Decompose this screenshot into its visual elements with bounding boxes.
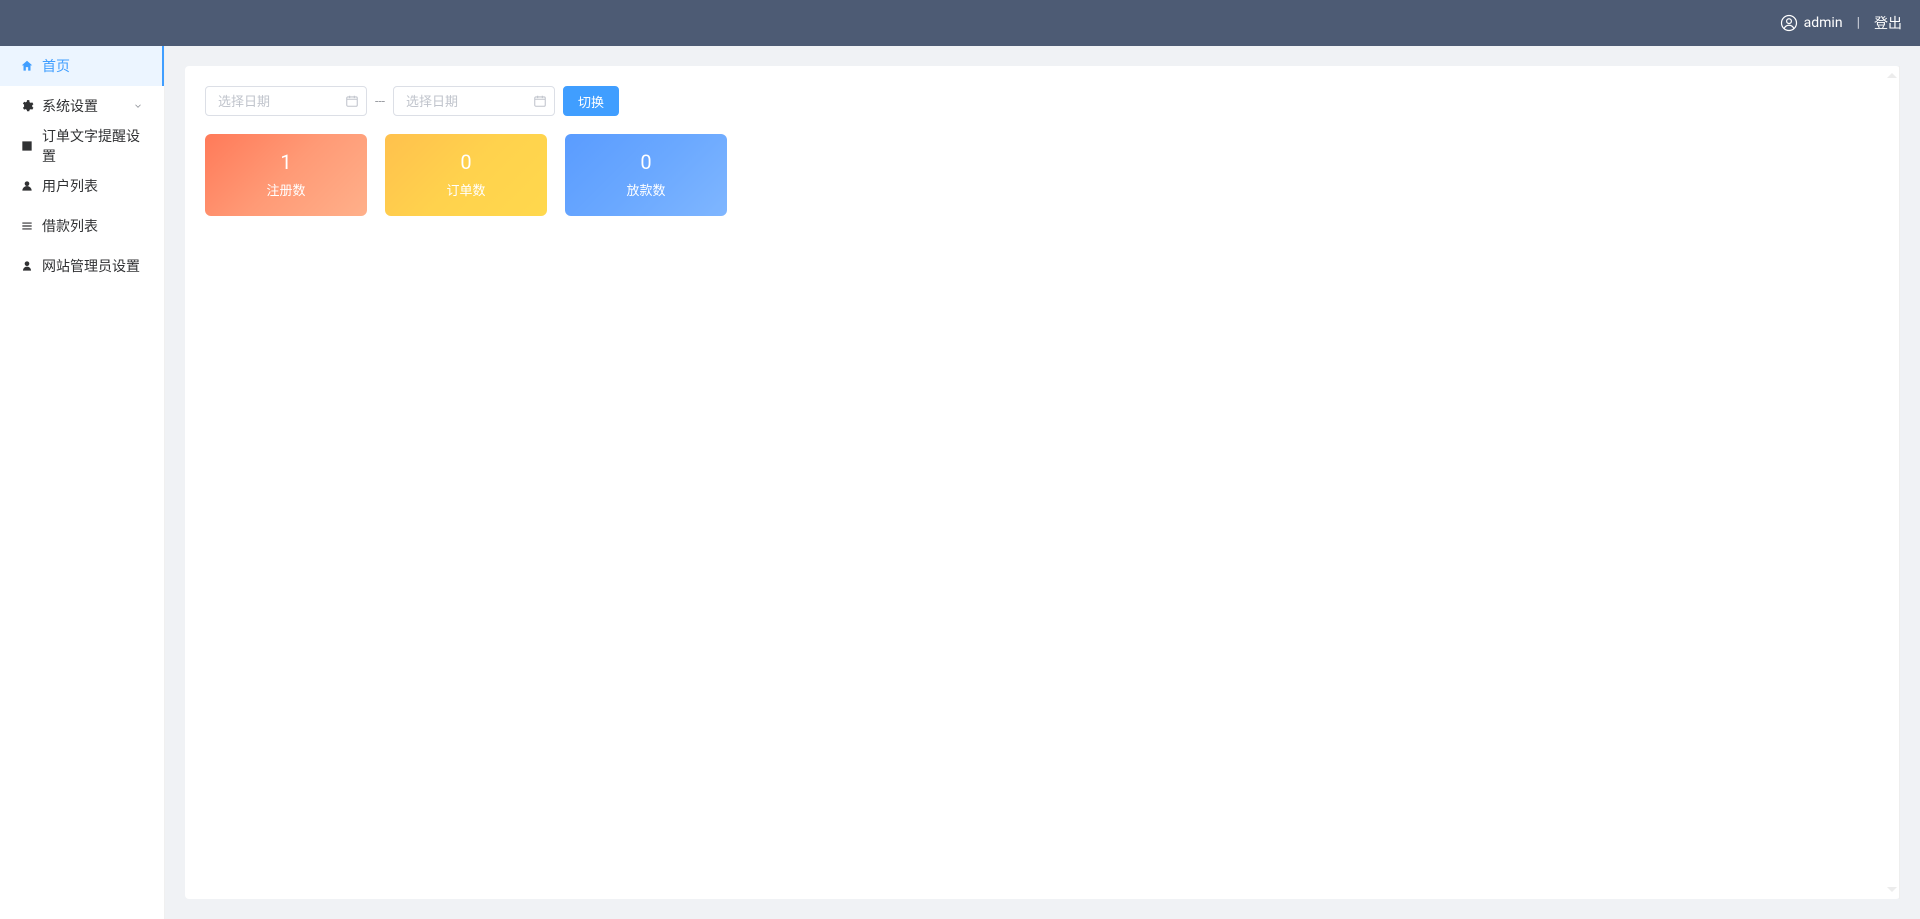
sidebar-item-label: 首页: [42, 56, 144, 76]
sidebar-item-admin-settings[interactable]: 网站管理员设置: [0, 246, 164, 286]
app-header: admin | 登出: [0, 0, 1920, 46]
main-content: --- 切换 1 注册数 0: [165, 46, 1920, 919]
scrollbar-track[interactable]: [1884, 66, 1900, 899]
content-panel: --- 切换 1 注册数 0: [185, 66, 1900, 899]
date-range-separator: ---: [375, 94, 385, 108]
chevron-down-icon: [132, 100, 144, 112]
stat-card-register: 1 注册数: [205, 134, 367, 216]
scroll-down-icon: [1887, 887, 1897, 897]
sidebar-item-home[interactable]: 首页: [0, 46, 164, 86]
start-date-input-wrap: [205, 86, 367, 116]
sidebar-item-label: 系统设置: [42, 96, 132, 116]
sidebar-item-order-reminder[interactable]: 订单文字提醒设置: [0, 126, 164, 166]
end-date-input[interactable]: [393, 86, 555, 116]
list-icon: [20, 219, 34, 233]
sidebar-item-label: 用户列表: [42, 176, 144, 196]
date-filter-row: --- 切换: [205, 86, 1880, 116]
sidebar-item-loan-list[interactable]: 借款列表: [0, 206, 164, 246]
header-right: admin | 登出: [1780, 13, 1902, 33]
stat-value: 0: [640, 152, 651, 172]
calendar-icon: [533, 94, 547, 108]
stat-value: 0: [460, 152, 471, 172]
home-icon: [20, 59, 34, 73]
sidebar-item-label: 借款列表: [42, 216, 144, 236]
sidebar-item-label: 网站管理员设置: [42, 256, 144, 276]
sidebar: 首页 系统设置 订单文字提醒设置: [0, 46, 165, 919]
stat-card-disburse: 0 放款数: [565, 134, 727, 216]
user-avatar-icon: [1780, 14, 1798, 32]
stat-label: 注册数: [266, 180, 305, 199]
stat-label: 订单数: [446, 180, 485, 199]
sidebar-item-label: 订单文字提醒设置: [42, 126, 144, 166]
note-icon: [20, 139, 34, 153]
logout-link[interactable]: 登出: [1874, 13, 1902, 33]
header-divider: |: [1857, 15, 1860, 31]
stat-value: 1: [280, 152, 291, 172]
start-date-input[interactable]: [205, 86, 367, 116]
gear-icon: [20, 99, 34, 113]
stat-card-orders: 0 订单数: [385, 134, 547, 216]
sidebar-menu: 首页 系统设置 订单文字提醒设置: [0, 46, 164, 286]
stat-cards: 1 注册数 0 订单数 0 放款数: [205, 134, 1880, 216]
toggle-button[interactable]: 切换: [563, 86, 619, 116]
scroll-up-icon: [1887, 68, 1897, 78]
username-label[interactable]: admin: [1804, 15, 1843, 31]
calendar-icon: [345, 94, 359, 108]
users-icon: [20, 179, 34, 193]
sidebar-item-system-settings[interactable]: 系统设置: [0, 86, 164, 126]
stat-label: 放款数: [626, 180, 665, 199]
sidebar-item-user-list[interactable]: 用户列表: [0, 166, 164, 206]
end-date-input-wrap: [393, 86, 555, 116]
person-icon: [20, 259, 34, 273]
